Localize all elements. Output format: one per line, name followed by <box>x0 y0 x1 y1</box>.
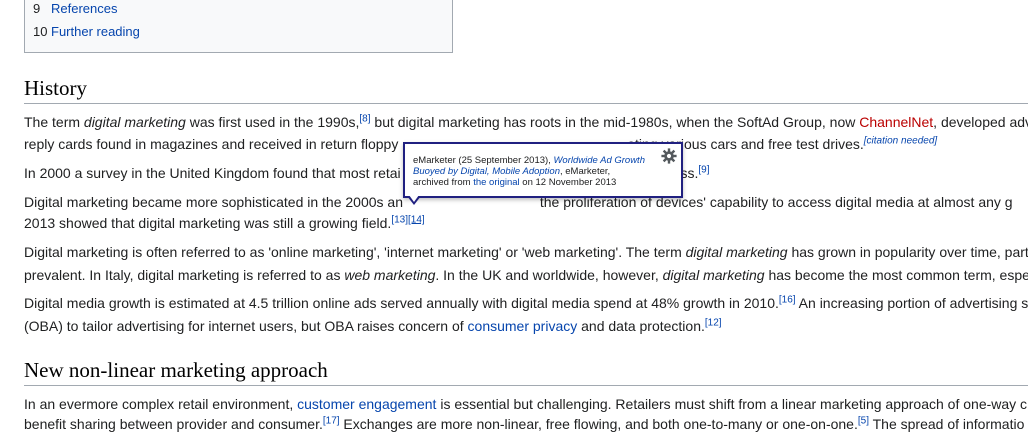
text: Exchanges are more non-linear, free flow… <box>339 416 858 432</box>
text: In an evermore complex retail environmen… <box>24 396 298 412</box>
link-customer-engagement[interactable]: customer engagement <box>297 396 436 412</box>
toc-item-label[interactable]: Further reading <box>51 24 140 39</box>
citation-link[interactable]: [16] <box>779 294 796 305</box>
emphasis-text: web marketing <box>344 267 436 283</box>
text: prevalent. In Italy, digital marketing i… <box>24 267 345 283</box>
text: has become the most common term, espe <box>764 267 1028 283</box>
paragraph-line: Digital marketing is often referred to a… <box>24 242 1028 262</box>
text: archived from <box>413 177 474 188</box>
citation-link[interactable]: [13] <box>391 214 408 225</box>
toc-item-number: 10 <box>33 24 48 39</box>
text: has grown in popularity over time, part <box>787 244 1028 260</box>
citation-link[interactable]: [5] <box>858 415 869 426</box>
tooltip-pointer-inner <box>409 195 419 202</box>
text: but digital marketing has roots in the m… <box>370 114 860 130</box>
emphasis-text: digital marketing <box>83 114 186 130</box>
paragraph-line: The term digital marketing was first use… <box>24 112 1028 132</box>
paragraph-line: benefit sharing between provider and con… <box>24 414 1024 434</box>
table-of-contents: 9 References 10 Further reading <box>24 0 453 53</box>
section-heading-non-linear-marketing: New non-linear marketing approach <box>24 358 328 382</box>
text: Digital media growth is estimated at 4.5… <box>24 295 779 311</box>
text: An increasing portion of advertising s <box>795 295 1028 311</box>
reference-tooltip-text: eMarketer (25 September 2013), Worldwide… <box>413 155 661 188</box>
text: was first used in the 1990s, <box>185 114 360 130</box>
text: 2013 showed that digital marketing was s… <box>24 215 392 231</box>
section-heading-history: History <box>24 76 87 100</box>
text: In 2000 a survey in the United Kingdom f… <box>24 165 401 181</box>
emphasis-text: digital marketing <box>685 244 788 260</box>
text: reply cards found in magazines and recei… <box>24 136 403 152</box>
citation-link[interactable]: [17] <box>323 415 340 426</box>
toc-item-further-reading[interactable]: 10 Further reading <box>33 24 140 39</box>
redlink-channelnet[interactable]: ChannelNet <box>859 114 933 130</box>
text: is essential but challenging. Retailers … <box>436 396 1028 412</box>
text: The term <box>24 114 84 130</box>
paragraph-line: In an evermore complex retail environmen… <box>24 394 1027 414</box>
heading-divider <box>24 385 1028 386</box>
toc-item-references[interactable]: 9 References <box>33 1 117 16</box>
paragraph-line: (OBA) to tailor advertising for internet… <box>24 316 722 336</box>
citation-link[interactable]: [9] <box>698 164 709 175</box>
text: Digital marketing is often referred to a… <box>24 244 686 260</box>
gear-icon[interactable] <box>661 148 677 164</box>
citation-needed-link[interactable]: [citation needed] <box>864 135 937 146</box>
link-consumer-privacy[interactable]: consumer privacy <box>468 318 578 334</box>
citation-link[interactable]: [12] <box>705 317 722 328</box>
text: The spread of informatio <box>868 416 1025 432</box>
emphasis-text: digital marketing <box>662 267 765 283</box>
heading-divider <box>24 103 1028 104</box>
archive-original-link[interactable]: the original <box>473 177 519 188</box>
text: , eMarketer, <box>560 166 611 177</box>
text: benefit sharing between provider and con… <box>24 416 323 432</box>
text: . In the UK and worldwide, however, <box>435 267 663 283</box>
toc-item-number: 9 <box>33 1 41 16</box>
reference-tooltip: eMarketer (25 September 2013), Worldwide… <box>403 142 683 198</box>
paragraph-line: Digital media growth is estimated at 4.5… <box>24 293 1028 313</box>
paragraph-line: prevalent. In Italy, digital marketing i… <box>24 265 1028 285</box>
text: , developed adv <box>933 114 1028 130</box>
citation-link-hovered[interactable]: [14] <box>408 214 425 225</box>
paragraph-line: 2013 showed that digital marketing was s… <box>24 213 425 233</box>
text: eMarketer (25 September 2013), <box>413 155 554 166</box>
text: on 12 November 2013 <box>519 177 617 188</box>
toc-item-label[interactable]: References <box>51 1 117 16</box>
citation-link[interactable]: [8] <box>359 113 370 124</box>
text: Digital marketing became more sophistica… <box>24 194 403 210</box>
text: (OBA) to tailor advertising for internet… <box>24 318 468 334</box>
text: and data protection. <box>577 318 705 334</box>
